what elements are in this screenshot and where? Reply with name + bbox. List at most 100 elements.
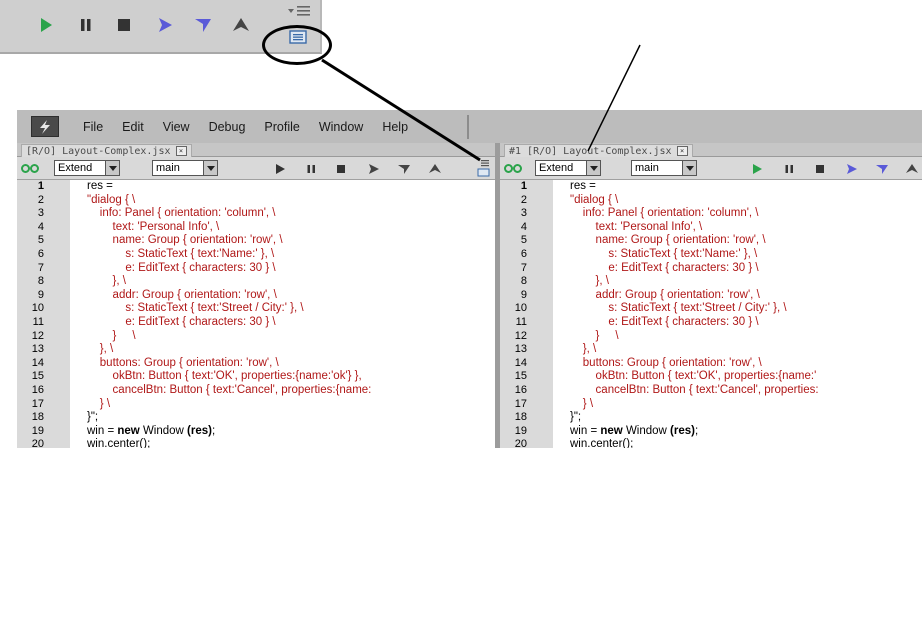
pause-button[interactable] <box>73 12 99 38</box>
step-out-button[interactable] <box>905 162 919 175</box>
menu-profile[interactable]: Profile <box>264 120 299 134</box>
code-line: "dialog { \ <box>87 193 136 206</box>
step-out-button[interactable] <box>228 12 254 38</box>
run-button[interactable] <box>750 162 764 175</box>
line-number: 13 <box>514 343 527 356</box>
code-line: s: StaticText { text:'Name:' }, \ <box>570 247 758 260</box>
menu-file[interactable]: File <box>83 120 103 134</box>
step-into-icon <box>876 164 888 174</box>
footer-link[interactable] <box>678 597 874 609</box>
code-line: win = new Window (res); <box>87 424 216 437</box>
line-number: 7 <box>37 261 44 274</box>
code-line: }, \ <box>87 343 114 356</box>
document-tab[interactable]: #1 [R/O] Layout-Complex.jsx × <box>504 144 693 157</box>
line-number: 9 <box>37 288 44 301</box>
engine-select[interactable]: main <box>631 160 697 176</box>
line-number: 6 <box>37 247 44 260</box>
step-out-button[interactable] <box>428 162 442 175</box>
line-number: 20 <box>31 438 44 448</box>
editor-toolbar: Extend main <box>17 157 495 180</box>
code-line: text: 'Personal Info', \ <box>87 220 220 233</box>
code-line: }, \ <box>570 275 609 288</box>
line-number: 14 <box>514 356 527 369</box>
target-app-select[interactable]: Extend <box>535 160 601 176</box>
target-app-select[interactable]: Extend <box>54 160 120 176</box>
close-tab-icon[interactable]: × <box>175 146 187 156</box>
panel-menu-button[interactable] <box>475 159 491 177</box>
line-number: 18 <box>514 411 527 424</box>
line-number: 16 <box>31 383 44 396</box>
run-icon <box>753 163 762 174</box>
code-line: okBtn: Button { text:'OK', properties:{n… <box>87 370 362 383</box>
link-icon[interactable] <box>21 164 39 173</box>
close-tab-icon[interactable]: × <box>676 146 688 156</box>
target-app-value: Extend <box>539 162 574 174</box>
menu-view[interactable]: View <box>163 120 190 134</box>
code-line: }, \ <box>87 275 126 288</box>
code-line: buttons: Group { orientation: 'row', \ <box>87 356 279 369</box>
code-line: s: StaticText { text:'Street / City:' },… <box>570 302 787 315</box>
run-button[interactable] <box>273 162 287 175</box>
code-line: cancelBtn: Button { text:'Cancel', prope… <box>87 383 372 396</box>
code-editor[interactable]: res = "dialog { \ info: Panel { orientati… <box>570 180 922 448</box>
code-line: s: StaticText { text:'Name:' }, \ <box>87 247 275 260</box>
code-line: win.center(); <box>570 438 634 448</box>
line-number: 3 <box>37 207 44 220</box>
line-number: 3 <box>520 207 527 220</box>
code-line: name: Group { orientation: 'row', \ <box>87 234 283 247</box>
code-line: win.center(); <box>87 438 151 448</box>
tab-title: [R/O] Layout-Complex.jsx <box>26 145 171 157</box>
code-line: } \ <box>570 329 619 342</box>
flyout-menu-button[interactable] <box>284 3 314 19</box>
stop-button[interactable] <box>813 162 827 175</box>
engine-select[interactable]: main <box>152 160 218 176</box>
code-line: res = <box>570 180 596 192</box>
line-numbers: 1 2 3 4 5 6 7 8 9 10 11 12 13 14 15 16 17 18 19 20 <box>17 180 47 448</box>
chevron-down-icon <box>586 161 600 175</box>
line-number: 7 <box>520 261 527 274</box>
line-number: 17 <box>31 397 44 410</box>
step-over-button[interactable] <box>844 162 858 175</box>
menu-help[interactable]: Help <box>382 120 408 134</box>
step-over-button[interactable] <box>366 162 380 175</box>
link-icon[interactable] <box>504 164 522 173</box>
line-number: 1 <box>520 180 527 192</box>
app-logo[interactable] <box>31 116 59 137</box>
line-number: 19 <box>31 424 44 437</box>
step-over-button[interactable] <box>152 12 178 38</box>
code-editor[interactable]: res = "dialog { \ info: Panel { orientati… <box>87 180 495 448</box>
menu-debug[interactable]: Debug <box>209 120 246 134</box>
run-icon <box>41 18 52 32</box>
menu-edit[interactable]: Edit <box>122 120 144 134</box>
pause-button[interactable] <box>782 162 796 175</box>
menu-window[interactable]: Window <box>319 120 363 134</box>
step-into-button[interactable] <box>875 162 889 175</box>
code-line: name: Group { orientation: 'row', \ <box>570 234 766 247</box>
pause-icon <box>81 19 91 31</box>
code-line: res = <box>87 180 113 192</box>
footer-link-continued[interactable] <box>0 614 72 626</box>
line-number: 11 <box>515 315 527 328</box>
pause-icon <box>307 164 315 173</box>
flyout-menu-icon <box>288 6 310 16</box>
stop-button[interactable] <box>111 12 137 38</box>
line-numbers: 1 2 3 4 5 6 7 8 9 10 11 12 13 14 15 16 17 18 19 20 <box>500 180 530 448</box>
code-line: okBtn: Button { text:'OK', properties:{n… <box>570 370 817 383</box>
line-number: 12 <box>31 329 44 342</box>
document-tab[interactable]: [R/O] Layout-Complex.jsx × <box>21 144 192 157</box>
code-line: cancelBtn: Button { text:'Cancel', prope… <box>570 383 819 396</box>
stop-icon <box>337 164 345 173</box>
pause-button[interactable] <box>304 162 318 175</box>
step-into-button[interactable] <box>397 162 411 175</box>
stop-button[interactable] <box>334 162 348 175</box>
code-line: text: 'Personal Info', \ <box>570 220 703 233</box>
editor-pane-right: #1 [R/O] Layout-Complex.jsx × Extend mai… <box>500 143 922 448</box>
run-button[interactable] <box>33 12 59 38</box>
code-line: } \ <box>87 329 136 342</box>
chevron-down-icon <box>105 161 119 175</box>
line-number: 2 <box>520 193 527 206</box>
line-number: 8 <box>520 275 527 288</box>
step-into-button[interactable] <box>190 12 216 38</box>
stop-icon <box>816 164 824 173</box>
line-number: 1 <box>37 180 44 192</box>
